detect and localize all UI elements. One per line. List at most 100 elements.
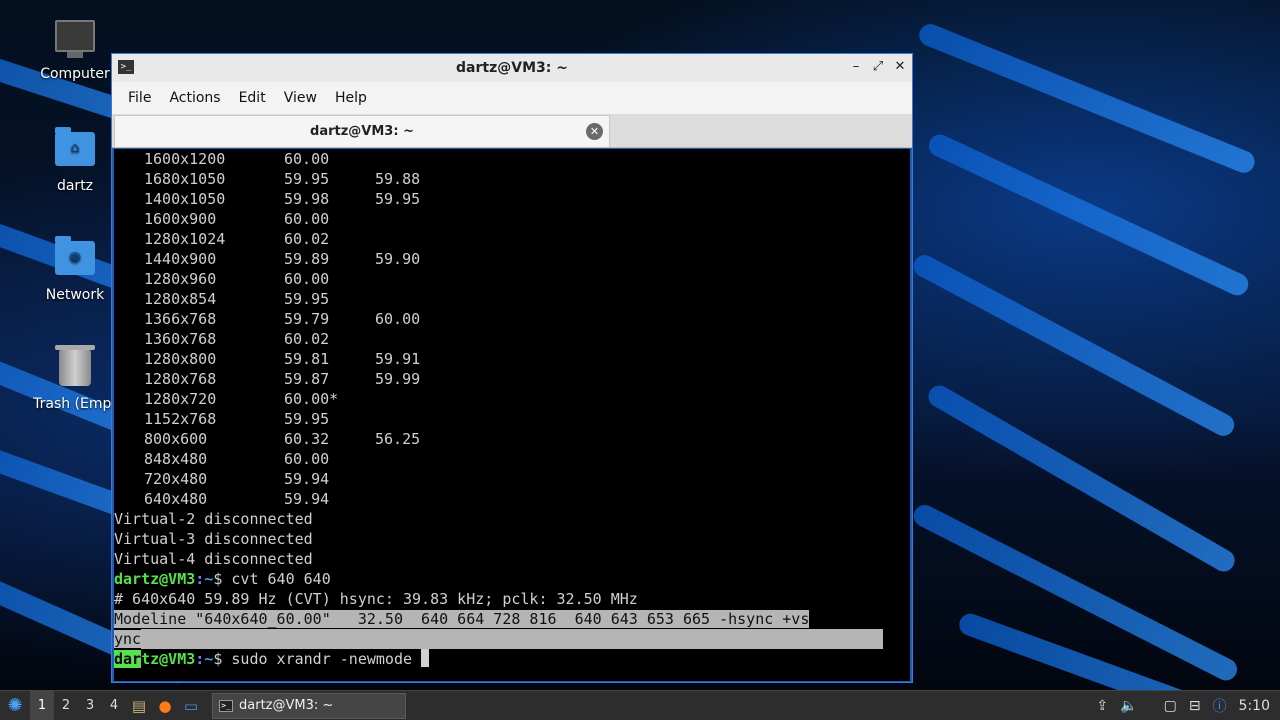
mode-refresh-rate: 59.89: [284, 250, 330, 268]
workspace-3[interactable]: 3: [78, 691, 102, 720]
xrandr-mode-line: 1280x800 59.81 59.91: [114, 349, 910, 369]
task-label: dartz@VM3: ~: [239, 698, 334, 713]
clock[interactable]: 5:10: [1239, 698, 1270, 714]
xrandr-mode-line: 1600x900 60.00: [114, 209, 910, 229]
selected-text: "640x640_60.00" 32.50 640 664 728 816 64…: [195, 610, 810, 628]
mode-refresh-rate-alt: 56.25: [375, 430, 421, 448]
desktop-icon-label: Network: [45, 287, 105, 303]
mode-resolution: 1280x720: [144, 390, 217, 408]
mode-resolution: 1366x768: [144, 310, 217, 328]
tab-label: dartz@VM3: ~: [310, 124, 414, 139]
mode-refresh-rate: 60.02: [284, 230, 330, 248]
desktop-icon-label: Trash (Empt: [33, 396, 117, 412]
tab-close-icon[interactable]: ✕: [586, 123, 603, 140]
desktop-icon-label: dartz: [56, 178, 94, 194]
desktop-icon-trash[interactable]: Trash (Empt: [25, 345, 125, 412]
terminal-line: ync​: [114, 629, 910, 649]
mode-refresh-rate: 59.95: [284, 170, 330, 188]
mode-resolution: 1280x768: [144, 370, 217, 388]
xrandr-mode-line: 1152x768 59.95: [114, 409, 910, 429]
workspace-1[interactable]: 1: [30, 690, 54, 720]
mode-resolution: 1400x1050: [144, 190, 226, 208]
xrandr-mode-line: 1440x900 59.89 59.90: [114, 249, 910, 269]
prompt-user: tz@VM3: [141, 650, 196, 668]
mode-refresh-rate: 59.81: [284, 350, 330, 368]
selected-text: Modeline: [114, 610, 196, 628]
menubar: File Actions Edit View Help: [112, 82, 912, 114]
prompt-path: :~: [195, 570, 214, 588]
start-menu-icon[interactable]: ✺: [0, 691, 30, 720]
xrandr-mode-line: 1280x768 59.87 59.99: [114, 369, 910, 389]
maximize-button[interactable]: ⤢: [872, 59, 884, 75]
window-titlebar[interactable]: >_ dartz@VM3: ~ – ⤢ ✕: [112, 54, 912, 82]
mode-refresh-rate-alt: 59.90: [375, 250, 421, 268]
window-title: dartz@VM3: ~: [456, 60, 568, 76]
mode-resolution: 1280x854: [144, 290, 217, 308]
mode-refresh-rate: 59.98: [284, 190, 330, 208]
xrandr-mode-line: 1280x720 60.00*: [114, 389, 910, 409]
mode-refresh-rate-alt: 60.00: [375, 310, 421, 328]
xrandr-mode-line: 720x480 59.94: [114, 469, 910, 489]
terminal-prompt-line: dartz@VM3:~$ sudo xrandr -newmode: [114, 649, 910, 669]
close-button[interactable]: ✕: [894, 59, 906, 75]
mode-resolution: 1280x960: [144, 270, 217, 288]
terminal-line: Modeline "640x640_60.00" 32.50 640 664 7…: [114, 609, 910, 629]
terminal-app-icon[interactable]: >_: [118, 60, 134, 74]
mode-refresh-rate: 60.00*: [284, 390, 339, 408]
terminal-line: Virtual-2 disconnected: [114, 510, 313, 528]
tab-terminal[interactable]: dartz@VM3: ~ ✕: [114, 115, 610, 147]
mode-refresh-rate-alt: 59.95: [375, 190, 421, 208]
terminal-task-icon: >_: [219, 699, 233, 712]
mode-resolution: 1440x900: [144, 250, 217, 268]
home-folder-icon: ⌂: [53, 127, 97, 172]
mode-resolution: 1600x900: [144, 210, 217, 228]
mode-resolution: 1280x1024: [144, 230, 226, 248]
selected-text: ync: [114, 630, 142, 648]
notification-icon[interactable]: ⓘ: [1213, 696, 1227, 716]
update-notifier-icon[interactable]: ⇪: [1096, 698, 1108, 714]
terminal-line: # 640x640 59.89 Hz (CVT) hsync: 39.83 kH…: [114, 590, 638, 608]
text-cursor: [421, 649, 430, 667]
prompt-user-selected: dar: [114, 650, 142, 668]
volume-icon[interactable]: 🔈: [1120, 698, 1137, 714]
workspace-2[interactable]: 2: [54, 691, 78, 720]
network-status-icon[interactable]: ⊟: [1189, 698, 1201, 714]
mode-refresh-rate: 60.02: [284, 330, 330, 348]
clipboard-icon[interactable]: ▢: [1164, 698, 1177, 714]
menu-help[interactable]: Help: [329, 90, 373, 106]
mode-resolution: 1680x1050: [144, 170, 226, 188]
terminal-window[interactable]: >_ dartz@VM3: ~ – ⤢ ✕ File Actions Edit …: [111, 53, 913, 683]
desktop-icon-home[interactable]: ⌂ dartz: [25, 127, 125, 194]
mode-refresh-rate: 59.79: [284, 310, 330, 328]
desktop-icon-computer[interactable]: Computer: [25, 20, 125, 82]
show-desktop-icon[interactable]: ▭: [178, 691, 204, 720]
command-text: sudo xrandr -newmode: [222, 650, 422, 668]
terminal-line: Virtual-4 disconnected: [114, 550, 313, 568]
mode-resolution: 1280x800: [144, 350, 217, 368]
menu-edit[interactable]: Edit: [233, 90, 272, 106]
workspace-4[interactable]: 4: [102, 691, 126, 720]
mode-refresh-rate: 60.00: [284, 450, 330, 468]
xrandr-mode-line: 1680x1050 59.95 59.88: [114, 169, 910, 189]
mode-refresh-rate: 59.94: [284, 470, 330, 488]
mode-refresh-rate: 60.00: [284, 270, 330, 288]
menu-actions[interactable]: Actions: [163, 90, 226, 106]
xrandr-mode-line: 1280x854 59.95: [114, 289, 910, 309]
desktop-icon-network[interactable]: ◉ Network: [25, 236, 125, 303]
file-manager-icon[interactable]: ▤: [126, 691, 152, 720]
xrandr-mode-line: 1360x768 60.02: [114, 329, 910, 349]
command-text: cvt 640 640: [222, 570, 331, 588]
firefox-icon[interactable]: ●: [152, 691, 178, 720]
xrandr-mode-line: 1280x960 60.00: [114, 269, 910, 289]
menu-file[interactable]: File: [122, 90, 157, 106]
terminal-line: Virtual-3 disconnected: [114, 530, 313, 548]
terminal-output[interactable]: 1600x1200 60.00 1680x1050 59.95 59.88 1400x10…: [114, 149, 910, 681]
trash-icon: [53, 345, 97, 390]
mode-refresh-rate-alt: 59.91: [375, 350, 421, 368]
minimize-button[interactable]: –: [850, 59, 862, 75]
taskbar-task-terminal[interactable]: >_ dartz@VM3: ~: [212, 692, 406, 719]
menu-view[interactable]: View: [278, 90, 323, 106]
xrandr-mode-line: 640x480 59.94: [114, 489, 910, 509]
mode-resolution: 1360x768: [144, 330, 217, 348]
taskbar: ✺ 1 2 3 4 ▤ ● ▭ >_ dartz@VM3: ~ ⇪ 🔈 ▢ ⊟ …: [0, 690, 1280, 720]
